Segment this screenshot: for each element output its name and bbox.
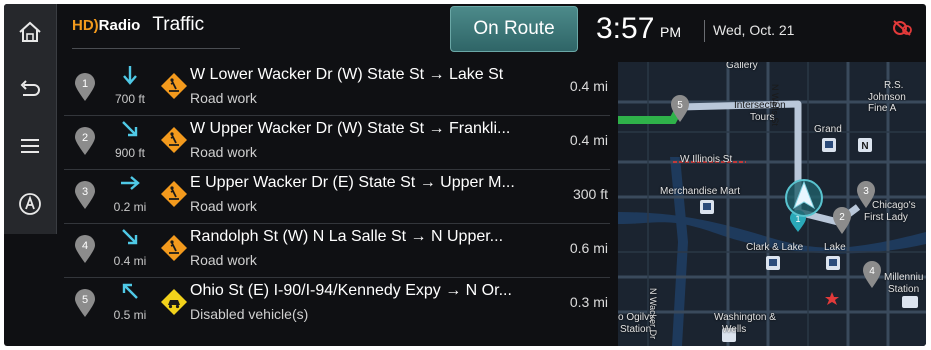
item-type: Disabled vehicle(s)	[190, 306, 309, 322]
road-work-icon	[161, 127, 187, 153]
road-work-icon	[161, 73, 187, 99]
svg-text:2: 2	[839, 212, 845, 223]
map-label: Lake	[824, 242, 846, 253]
svg-text:N: N	[861, 141, 868, 152]
disabled-vehicle-icon	[161, 289, 187, 315]
item-length: 0.4 mi	[569, 132, 608, 148]
map-label: Millenniu	[884, 272, 924, 283]
item-length: 0.3 mi	[569, 294, 608, 310]
map-label: Station	[888, 284, 920, 295]
date-divider	[704, 20, 705, 42]
item-title: Randolph St (W) N La Salle St → N Upper.…	[190, 228, 504, 245]
marker-pin-icon: 1	[75, 73, 95, 101]
poi-star-icon	[825, 292, 839, 305]
map-label: Gallery	[726, 62, 758, 71]
left-rail	[4, 4, 57, 234]
marker-pin-icon: 2	[75, 127, 95, 155]
svg-text:2: 2	[82, 132, 88, 144]
menu-icon	[21, 139, 39, 153]
header-bar: HD)Radio Traffic On Route 3:57 PM Wed, O…	[56, 4, 926, 56]
item-type: Road work	[190, 144, 257, 160]
svg-text:4: 4	[82, 240, 88, 252]
item-length: 0.4 mi	[569, 78, 608, 94]
traffic-item-1[interactable]: 1 700 ft W Lower Wacker Dr (W) State St …	[64, 62, 610, 116]
traffic-item-5[interactable]: 5 0.5 mi Ohio St (E) I-90/I-94/Kennedy E…	[64, 278, 610, 332]
map-label: N Wells St	[770, 84, 780, 126]
menu-button[interactable]	[10, 126, 50, 166]
arrow-down-right-icon	[122, 229, 138, 245]
route-map[interactable]: 5 3 2 4 1 N Gallery R.S. Johnson Fine A …	[618, 62, 926, 346]
distance-to: 0.4 mi	[113, 254, 147, 268]
item-type: Road work	[190, 90, 257, 106]
map-label: Johnson Fine A	[868, 92, 906, 114]
home-icon	[19, 21, 41, 42]
marker-pin-icon: 4	[75, 235, 95, 263]
distance-to: 0.5 mi	[113, 308, 147, 322]
date-text: Wed, Oct. 21	[713, 22, 795, 38]
app-window: HD)Radio Traffic On Route 3:57 PM Wed, O…	[4, 4, 926, 346]
back-button[interactable]	[10, 70, 50, 110]
item-length: 300 ft	[572, 186, 608, 202]
title-underline	[72, 48, 240, 49]
item-type: Road work	[190, 252, 257, 268]
current-position-icon	[785, 179, 823, 217]
direction-arrow	[112, 172, 148, 199]
map-label: Chicago's	[872, 200, 916, 211]
clock-ampm: PM	[660, 24, 681, 40]
svg-text:1: 1	[82, 78, 88, 90]
arrow-right-icon	[121, 176, 140, 190]
svg-text:5: 5	[677, 100, 683, 111]
road-work-icon	[161, 235, 187, 261]
map-label: W Illinois St	[680, 154, 733, 165]
map-pin-4[interactable]: 4	[863, 261, 881, 288]
distance-to: 900 ft	[114, 146, 146, 160]
map-label: R.S.	[884, 80, 904, 91]
item-title: Ohio St (E) I-90/I-94/Kennedy Expy → N O…	[190, 282, 512, 299]
svg-text:4: 4	[869, 266, 875, 277]
distance-to: 700 ft	[114, 92, 146, 106]
clock-time: 3:57	[596, 12, 655, 45]
home-button[interactable]	[10, 12, 50, 52]
arrow-down-right-icon	[122, 121, 138, 137]
traffic-item-2[interactable]: 2 900 ft W Upper Wacker Dr (W) State St …	[64, 116, 610, 170]
map-label: Grand	[814, 124, 842, 135]
traffic-item-3[interactable]: 3 0.2 mi E Upper Wacker Dr (E) State St …	[64, 170, 610, 224]
marker-pin-icon: 3	[75, 181, 95, 209]
back-icon	[20, 80, 40, 96]
direction-arrow	[112, 280, 148, 307]
item-title: W Lower Wacker Dr (W) State St → Lake St	[190, 66, 504, 83]
item-type: Road work	[190, 198, 257, 214]
no-signal-icon	[893, 20, 912, 36]
map-label: N Wacker Dr	[648, 288, 658, 340]
arrow-up-left-icon	[122, 283, 138, 299]
traffic-item-4[interactable]: 4 0.4 mi Randolph St (W) N La Salle St →…	[64, 224, 610, 278]
auto-icon	[19, 193, 41, 215]
direction-arrow	[112, 118, 148, 145]
road-work-icon	[161, 181, 187, 207]
page-title: Traffic	[152, 14, 205, 35]
direction-arrow	[112, 64, 148, 91]
map-label: Clark & Lake	[746, 242, 804, 253]
distance-to: 0.2 mi	[113, 200, 147, 214]
map-label: First Lady	[864, 212, 908, 223]
on-route-button[interactable]: On Route	[450, 6, 578, 52]
auto-button[interactable]	[10, 184, 50, 224]
hd-radio-logo: HD)Radio	[72, 16, 141, 34]
map-label: Wells	[722, 324, 747, 335]
svg-text:3: 3	[82, 186, 88, 198]
item-length: 0.6 mi	[569, 240, 608, 256]
item-title: E Upper Wacker Dr (E) State St → Upper M…	[190, 174, 515, 191]
svg-text:3: 3	[863, 186, 869, 197]
direction-arrow	[112, 226, 148, 253]
marker-pin-icon: 5	[75, 289, 95, 317]
brand: HD)Radio Traffic	[72, 14, 204, 36]
map-label: Washington &	[714, 312, 776, 323]
svg-text:5: 5	[82, 294, 88, 306]
arrow-down-icon	[123, 66, 137, 85]
map-label: Merchandise Mart	[660, 186, 741, 197]
item-title: W Upper Wacker Dr (W) State St → Frankli…	[190, 120, 511, 137]
